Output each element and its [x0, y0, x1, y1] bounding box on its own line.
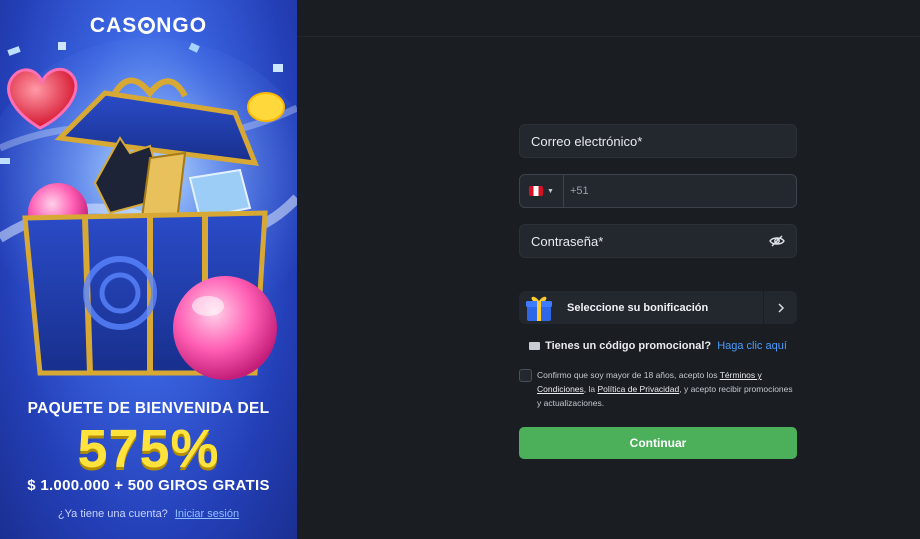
promo-question: Tienes un código promocional? — [545, 340, 712, 352]
password-placeholder: Contraseña* — [531, 233, 604, 249]
country-selector[interactable]: ▼ — [520, 175, 564, 207]
phone-code: +51 — [570, 185, 589, 197]
peru-flag-icon — [529, 186, 544, 196]
consent-checkbox[interactable] — [519, 369, 532, 382]
bonus-selector[interactable]: Seleccione su bonificación — [519, 291, 797, 324]
ticket-icon — [529, 342, 541, 350]
password-field[interactable]: Contraseña* — [519, 224, 797, 258]
consent-text: Confirmo que soy mayor de 18 años, acept… — [537, 370, 793, 408]
chevron-right-icon[interactable] — [763, 291, 797, 324]
email-field[interactable]: Correo electrónico* — [519, 124, 797, 158]
bonus-label: Seleccione su bonificación — [567, 301, 709, 314]
header-divider — [297, 36, 920, 37]
caret-down-icon: ▼ — [547, 187, 554, 195]
continue-button[interactable]: Continuar — [519, 427, 797, 459]
promo-percent: 575% — [77, 419, 220, 479]
privacy-link[interactable]: Política de Privacidad — [598, 384, 680, 394]
account-question: ¿Ya tiene una cuenta? — [57, 508, 168, 520]
email-placeholder: Correo electrónico* — [531, 133, 643, 149]
casongo-logo: CAS NGO — [89, 14, 208, 37]
login-link[interactable]: Iniciar sesión — [175, 508, 239, 520]
gift-icon — [519, 291, 559, 324]
promo-amount: $ 1.000.000 + 500 GIROS GRATIS — [27, 477, 270, 494]
promo-title: PAQUETE DE BIENVENIDA DEL — [27, 400, 270, 417]
promo-panel: CAS NGO PAQUETE DE BIENVENIDA DEL 575% $… — [0, 0, 297, 539]
promo-code-link[interactable]: Haga clic aquí — [717, 340, 787, 352]
eye-icon[interactable] — [769, 233, 785, 249]
promo-code-row: Tienes un código promocional? Haga clic … — [519, 340, 797, 352]
phone-field[interactable]: ▼ +51 — [519, 174, 797, 208]
login-prompt: ¿Ya tiene una cuenta? Iniciar sesión — [0, 508, 297, 520]
treasure-chest-illustration — [0, 38, 297, 380]
consent-row: Confirmo que soy mayor de 18 años, acept… — [519, 368, 797, 410]
